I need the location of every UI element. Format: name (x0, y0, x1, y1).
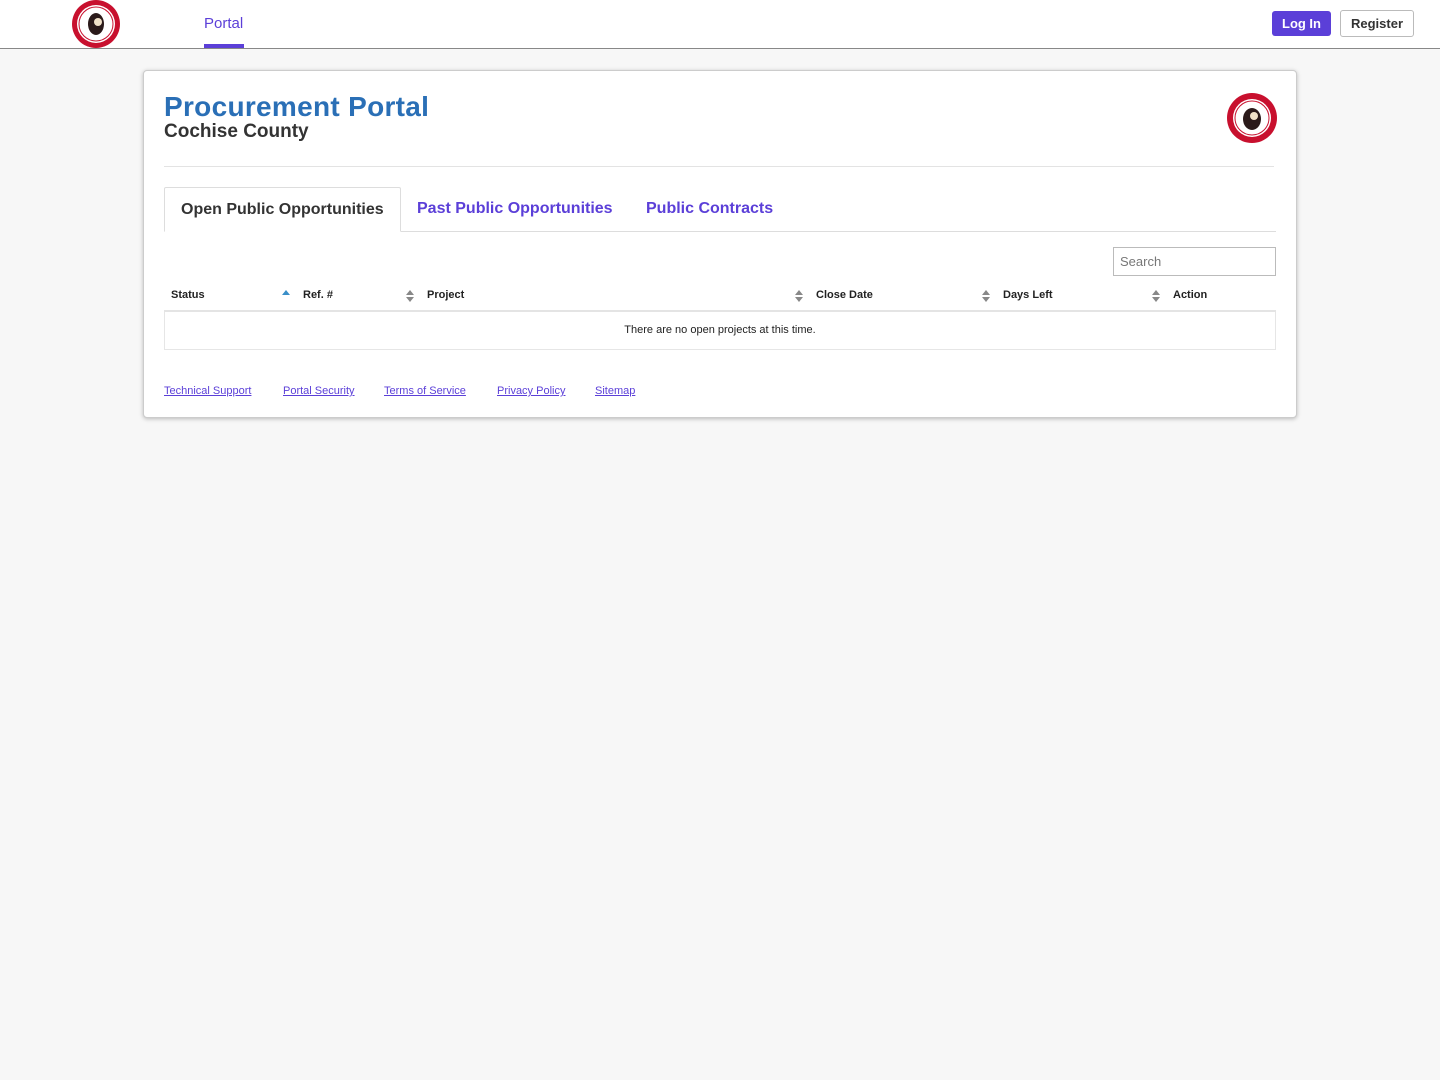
sort-both-icon[interactable] (982, 289, 990, 303)
column-header-ref[interactable]: Ref. # (303, 282, 333, 310)
empty-table-message: There are no open projects at this time. (164, 312, 1276, 350)
portal-card: Procurement Portal Cochise County Open P… (143, 70, 1297, 418)
column-header-close-date[interactable]: Close Date (816, 282, 873, 310)
footer-link-portal-security[interactable]: Portal Security (283, 385, 355, 397)
login-button[interactable]: Log In (1272, 11, 1331, 36)
table-header: Status Ref. # Project Close Date Days Le… (164, 282, 1276, 312)
nav-portal-link[interactable]: Portal (204, 0, 243, 48)
top-navbar: Portal Log In Register (0, 0, 1440, 49)
column-header-days-left[interactable]: Days Left (1003, 282, 1053, 310)
page-title: Procurement Portal (164, 91, 430, 122)
opportunities-table: Status Ref. # Project Close Date Days Le… (164, 282, 1276, 350)
sort-asc-icon[interactable] (282, 289, 290, 303)
page-subtitle: Cochise County (164, 121, 309, 142)
county-seal-logo[interactable] (71, 0, 121, 49)
tab-public-contracts[interactable]: Public Contracts (630, 187, 789, 232)
header-divider (164, 166, 1274, 167)
column-header-project[interactable]: Project (427, 282, 464, 310)
tab-past-public-opportunities[interactable]: Past Public Opportunities (401, 187, 629, 232)
sort-both-icon[interactable] (406, 289, 414, 303)
county-seal-logo (1226, 92, 1278, 144)
sort-both-icon[interactable] (795, 289, 803, 303)
column-header-action: Action (1173, 289, 1208, 301)
column-header-status[interactable]: Status (171, 282, 205, 310)
tab-open-public-opportunities[interactable]: Open Public Opportunities (164, 187, 401, 232)
search-input[interactable] (1113, 247, 1276, 276)
footer-link-sitemap[interactable]: Sitemap (595, 385, 635, 397)
footer-link-privacy-policy[interactable]: Privacy Policy (497, 385, 565, 397)
footer-link-terms-of-service[interactable]: Terms of Service (384, 385, 466, 397)
active-nav-indicator (204, 44, 244, 48)
register-button[interactable]: Register (1340, 10, 1414, 37)
sort-both-icon[interactable] (1152, 289, 1160, 303)
footer-link-technical-support[interactable]: Technical Support (164, 385, 251, 397)
